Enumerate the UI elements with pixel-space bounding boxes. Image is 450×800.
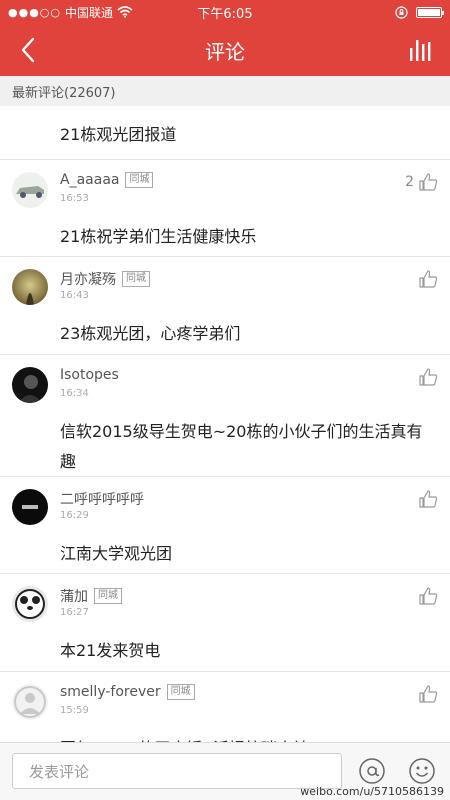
status-time: 下午6:05 [197, 6, 253, 22]
comment-header: A_aaaaa 同城 [60, 172, 154, 188]
avatar[interactable] [12, 684, 48, 720]
at-mention-button[interactable] [358, 757, 386, 785]
thumbs-up-icon [419, 368, 438, 386]
comment-item: 月亦凝殇 同城 16:43 23栋观光团，心疼学弟们 [0, 257, 450, 355]
comment-header: 二呼呼呼呼呼 [60, 489, 144, 509]
username[interactable]: A_aaaaa [60, 172, 119, 188]
comment-item: Isotopes 16:34 信软2015级导生贺电~20栋的小伙子们的生活真有… [0, 355, 450, 477]
carrier-label: 中国联通 [65, 5, 114, 20]
username[interactable]: 二呼呼呼呼呼 [60, 489, 144, 509]
thumbs-up-icon [419, 490, 438, 508]
back-button[interactable] [0, 24, 56, 76]
thumbs-up-icon [419, 270, 438, 288]
comment-item: A_aaaaa 同城 16:53 2 21栋祝学弟们生活健康快乐 [0, 160, 450, 257]
thumbs-up-icon [419, 173, 438, 191]
page-title: 评论 [205, 39, 245, 64]
comment-count-header: 最新评论(22607) [0, 76, 450, 106]
stats-button[interactable] [394, 24, 450, 76]
like-button[interactable] [418, 586, 438, 606]
comment-header: Isotopes [60, 367, 119, 383]
avatar[interactable] [12, 367, 48, 403]
comment-text: 本21发来贺电 [60, 641, 161, 660]
location-tag: 同城 [125, 172, 154, 188]
chevron-left-icon [21, 37, 35, 63]
comment-text: 23栋观光团，心疼学弟们 [60, 324, 241, 343]
avatar[interactable] [12, 489, 48, 525]
like-button[interactable] [418, 489, 438, 509]
signal-icon: ●●●○○ [8, 5, 61, 19]
username[interactable]: 月亦凝殇 [60, 269, 116, 289]
location-tag: 同城 [166, 684, 195, 700]
status-right [282, 5, 444, 19]
like-button[interactable] [418, 269, 438, 289]
status-bar: ●●●○○ 中国联通 下午6:05 [0, 0, 450, 24]
nav-bar: 评论 [0, 24, 450, 76]
comment-text: 江南大学观光团 [60, 544, 173, 563]
bar-chart-icon [410, 40, 431, 61]
comment-input-bar: 发表评论 weibo.com/u/5710586139 [0, 742, 450, 800]
avatar[interactable] [12, 586, 48, 622]
thumbs-up-icon [419, 587, 438, 605]
avatar[interactable] [12, 172, 48, 208]
like-count: 2 [405, 174, 414, 190]
comment-time: 16:53 [60, 193, 89, 204]
comment-list[interactable]: 21栋观光团报道 A_aaaaa 同城 16:53 2 21栋祝学弟们生活健康快… [0, 106, 450, 742]
rotation-lock-icon [395, 5, 408, 19]
wifi-icon [117, 6, 133, 18]
comment-header: 月亦凝殇 同城 [60, 269, 150, 289]
username[interactable]: smelly-forever [60, 684, 161, 700]
like-button[interactable] [418, 684, 438, 704]
like-button[interactable] [418, 367, 438, 387]
battery-icon [416, 6, 444, 18]
comment-text: 回复@215的王大锤: 活捉校瑞大神 [60, 734, 430, 742]
comment-input[interactable]: 发表评论 [12, 753, 342, 789]
username[interactable]: 蒲加 [60, 586, 88, 606]
thumbs-up-icon [419, 685, 438, 703]
comment-text: 信软2015级导生贺电~20栋的小伙子们的生活真有趣 [60, 422, 423, 471]
like-button[interactable]: 2 [405, 172, 438, 192]
comment-time: 16:34 [60, 388, 89, 399]
comment-text: 21栋祝学弟们生活健康快乐 [60, 227, 257, 246]
comment-item: smelly-forever 同城 15:59 回复@215的王大锤: 活捉校瑞… [0, 672, 450, 742]
comment-time: 16:43 [60, 290, 89, 301]
watermark: weibo.com/u/5710586139 [300, 785, 444, 798]
comment-time: 16:27 [60, 607, 89, 618]
username[interactable]: Isotopes [60, 367, 119, 383]
comment-text: 21栋观光团报道 [0, 106, 450, 160]
emoji-button[interactable] [408, 757, 436, 785]
comment-header: smelly-forever 同城 [60, 684, 195, 700]
location-tag: 同城 [94, 588, 122, 604]
at-icon [359, 758, 385, 784]
comment-time: 15:59 [60, 705, 89, 716]
emoji-icon [409, 758, 435, 784]
avatar[interactable] [12, 269, 48, 305]
status-left: ●●●○○ 中国联通 [8, 4, 168, 21]
comment-item: 蒲加 同城 16:27 本21发来贺电 [0, 574, 450, 672]
comment-header: 蒲加 同城 [60, 586, 122, 606]
comment-time: 16:29 [60, 510, 89, 521]
location-tag: 同城 [122, 271, 150, 287]
comment-item: 二呼呼呼呼呼 16:29 江南大学观光团 [0, 477, 450, 574]
